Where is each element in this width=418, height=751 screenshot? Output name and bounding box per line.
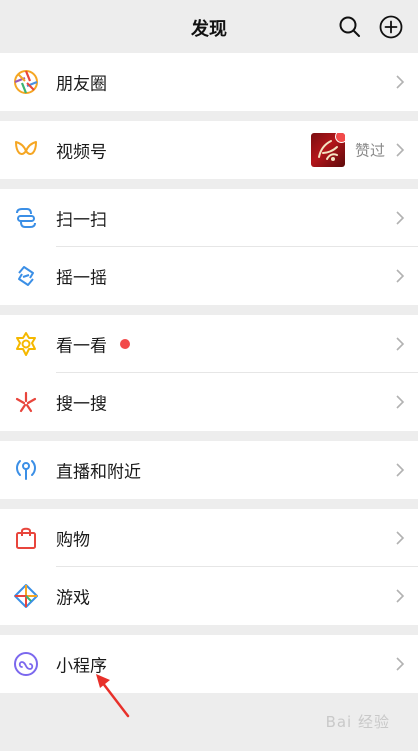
top-stories-label: 看一看 — [56, 336, 107, 357]
menu-item-scan[interactable]: 扫一扫 — [0, 189, 418, 247]
menu-item-shopping[interactable]: 购物 — [0, 509, 418, 567]
chevron-right-icon — [396, 337, 405, 351]
menu-item-channels[interactable]: 视频号 赞过 — [0, 121, 418, 179]
live-nearby-label: 直播和附近 — [56, 462, 141, 483]
praised-status: 赞过 — [354, 141, 385, 160]
chevron-right-icon — [396, 657, 405, 671]
group-shopping-games: 购物 游戏 — [0, 509, 418, 625]
chevron-right-icon — [396, 211, 405, 225]
search-flower-icon — [15, 391, 37, 413]
scan-label: 扫一扫 — [56, 210, 107, 231]
channels-label: 视频号 — [56, 142, 107, 163]
moments-aperture-icon — [14, 70, 38, 94]
channels-butterfly-icon — [15, 141, 37, 155]
group-channels: 视频号 赞过 — [0, 121, 418, 179]
shake-icon — [18, 266, 34, 286]
games-label: 游戏 — [56, 588, 90, 609]
discover-screen: 发现 朋友圈 视频号 赞过 扫一扫 摇一摇 看一看 搜一搜 直播和附近 购物 游… — [0, 0, 418, 751]
scan-icon — [16, 208, 36, 228]
menu-item-search[interactable]: 搜一搜 — [0, 373, 418, 431]
menu-item-shake[interactable]: 摇一摇 — [0, 247, 418, 305]
menu-item-games[interactable]: 游戏 — [0, 567, 418, 625]
search-icon[interactable] — [337, 14, 363, 40]
top-stories-icon — [16, 332, 36, 356]
game-diamond-icon — [14, 584, 38, 608]
group-moments: 朋友圈 — [0, 53, 418, 111]
group-stories-search: 看一看 搜一搜 — [0, 315, 418, 431]
group-mini-programs: 小程序 — [0, 635, 418, 693]
live-nearby-icon — [16, 460, 36, 480]
menu-item-top-stories[interactable]: 看一看 — [0, 315, 418, 373]
moments-label: 朋友圈 — [56, 74, 107, 95]
search-label: 搜一搜 — [56, 394, 107, 415]
chevron-right-icon — [396, 269, 405, 283]
mini-program-icon — [14, 652, 38, 676]
watermark: Bai 经验 — [325, 713, 390, 731]
group-live-nearby: 直播和附近 — [0, 441, 418, 499]
channels-thumbnail — [311, 133, 345, 167]
menu-item-mini-programs[interactable]: 小程序 — [0, 635, 418, 693]
menu-item-moments[interactable]: 朋友圈 — [0, 53, 418, 111]
top-bar: 发现 — [0, 0, 418, 53]
shake-label: 摇一摇 — [56, 268, 107, 289]
annotation-arrow — [96, 674, 130, 718]
chevron-right-icon — [396, 463, 405, 477]
shopping-label: 购物 — [56, 530, 90, 551]
plus-circle-icon[interactable] — [378, 14, 404, 40]
group-scan-shake: 扫一扫 摇一摇 — [0, 189, 418, 305]
chevron-right-icon — [396, 75, 405, 89]
new-notification-dot — [335, 133, 345, 143]
menu-item-live-nearby[interactable]: 直播和附近 — [0, 441, 418, 499]
chevron-right-icon — [396, 531, 405, 545]
chevron-right-icon — [396, 395, 405, 409]
shopping-bag-icon — [16, 527, 36, 549]
unread-dot — [120, 339, 130, 349]
chevron-right-icon — [396, 589, 405, 603]
chevron-right-icon — [396, 143, 405, 157]
